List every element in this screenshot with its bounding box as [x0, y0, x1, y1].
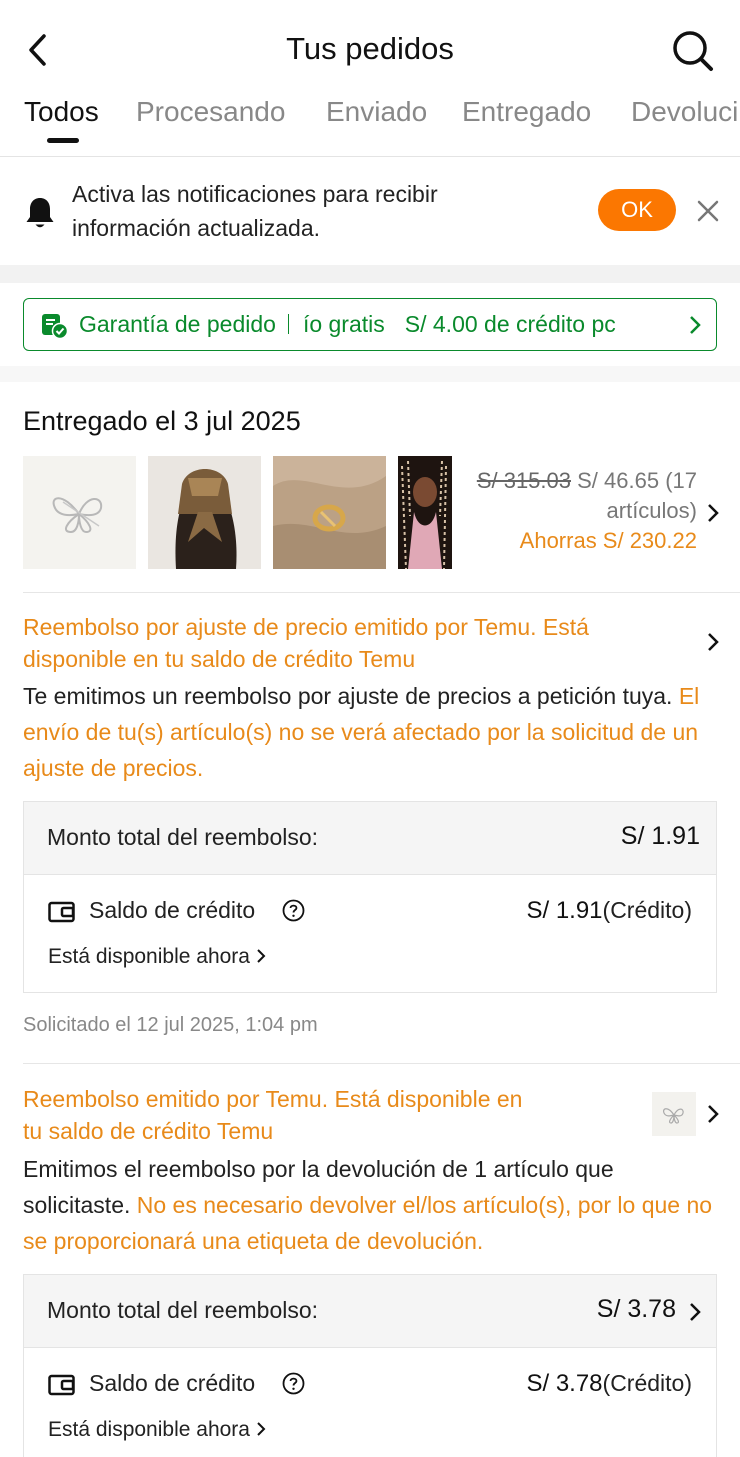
- chevron-right-icon[interactable]: [706, 631, 720, 653]
- product-thumbnail-hair-clip[interactable]: [23, 456, 136, 569]
- ok-button[interactable]: OK: [598, 189, 676, 231]
- product-thumbnail-headscarf[interactable]: [148, 456, 261, 569]
- guarantee-label: Garantía de pedido: [79, 311, 276, 337]
- page-title: Tus pedidos: [286, 31, 454, 66]
- wallet-icon: [48, 1374, 76, 1396]
- available-now-link[interactable]: Está disponible ahora: [48, 1418, 266, 1442]
- refund-total-label: Monto total del reembolso:: [47, 1297, 319, 1323]
- guarantee-text: Garantía de pedido ío gratis S/ 4.00 de cr…: [79, 311, 616, 338]
- guarantee-separator: [287, 314, 289, 334]
- chevron-right-icon: [688, 1301, 702, 1323]
- order-delivered-title: Entregado el 3 jul 2025: [23, 406, 301, 436]
- free-shipping-label: ío gratis: [302, 311, 385, 337]
- credit-amount: S/ 1.91(Crédito): [526, 897, 692, 925]
- refund-total-header[interactable]: Monto total del reembolso: S/ 3.78: [24, 1275, 716, 1348]
- chevron-right-icon: [256, 946, 266, 963]
- available-now-link[interactable]: Está disponible ahora: [48, 945, 266, 969]
- credit-amount-value: S/ 3.78: [526, 1370, 603, 1397]
- refund-total-card: Monto total del reembolso: S/ 1.91 Saldo…: [23, 801, 717, 993]
- credit-amount-suffix: (Crédito): [602, 897, 692, 923]
- order-guarantee-banner[interactable]: Garantía de pedido ío gratis S/ 4.00 de cr…: [23, 298, 717, 351]
- credit-amount-suffix: (Crédito): [602, 1370, 692, 1396]
- refund-item-thumbnail[interactable]: [652, 1092, 696, 1136]
- refund-total-label: Monto total del reembolso:: [47, 824, 319, 850]
- close-icon[interactable]: [694, 197, 722, 225]
- refund-title-line1: Reembolso por ajuste de precio emitido p…: [23, 614, 589, 640]
- credit-balance-row: Saldo de crédito S/ 1.91(Crédito) Está d…: [24, 875, 716, 992]
- chevron-right-icon[interactable]: [706, 1103, 720, 1125]
- chevron-right-icon[interactable]: [706, 502, 720, 524]
- section-gap: [0, 265, 740, 283]
- items-count: artículos): [606, 498, 697, 523]
- help-circle-icon[interactable]: [282, 1372, 305, 1395]
- credit-amount-value: S/ 1.91: [526, 897, 603, 924]
- refund-total-amount: S/ 1.91: [620, 822, 700, 850]
- product-thumbnail-ring[interactable]: [273, 456, 386, 569]
- refund-title[interactable]: Reembolso por ajuste de precio emitido p…: [23, 611, 589, 675]
- refund-description: Emitimos el reembolso por la devolución …: [23, 1151, 713, 1259]
- refund-total-amount: S/ 3.78: [596, 1295, 676, 1323]
- notification-banner: Activa las notificaciones para recibir i…: [0, 157, 740, 265]
- requested-timestamp: Solicitado el 12 jul 2025, 1:04 pm: [23, 1014, 318, 1036]
- price-line: S/ 315.03 S/ 46.65 (17: [437, 466, 697, 496]
- chevron-right-icon: [256, 1419, 266, 1436]
- bell-icon: [24, 195, 56, 231]
- credit-balance-row: Saldo de crédito S/ 3.78(Crédito) Está d…: [24, 1348, 716, 1457]
- available-now-label: Está disponible ahora: [48, 945, 250, 968]
- tab-todos[interactable]: Todos: [24, 96, 99, 128]
- top-bar: Tus pedidos: [0, 0, 740, 100]
- notification-message: Activa las notificaciones para recibir i…: [72, 177, 572, 245]
- tab-procesando[interactable]: Procesando: [136, 96, 285, 128]
- section-gap: [0, 366, 740, 382]
- credit-amount: S/ 3.78(Crédito): [526, 1370, 692, 1398]
- available-now-label: Está disponible ahora: [48, 1418, 250, 1441]
- refund-total-card: Monto total del reembolso: S/ 3.78 Saldo…: [23, 1274, 717, 1457]
- refund-title-line2: tu saldo de crédito Temu: [23, 1118, 274, 1144]
- refund-description-text: Te emitimos un reembolso por ajuste de p…: [23, 683, 673, 709]
- savings-amount: Ahorras S/ 230.22: [519, 528, 697, 553]
- credit-balance-label: Saldo de crédito: [89, 1370, 256, 1396]
- tab-devoluciones[interactable]: Devoluci: [631, 96, 738, 128]
- refund-title[interactable]: Reembolso emitido por Temu. Está disponi…: [23, 1083, 522, 1147]
- notification-line1: Activa las notificaciones para recibir: [72, 181, 438, 207]
- order-status-tabs: Todos Procesando Enviado Entregado Devol…: [0, 92, 740, 156]
- credit-offer-label: S/ 4.00 de crédito pc: [404, 311, 616, 337]
- shield-check-icon: [41, 312, 69, 340]
- notification-line2: información actualizada.: [72, 215, 321, 241]
- refund-description: Te emitimos un reembolso por ajuste de p…: [23, 678, 713, 786]
- help-circle-icon[interactable]: [282, 899, 305, 922]
- refund-total-header: Monto total del reembolso: S/ 1.91: [24, 802, 716, 875]
- tab-entregado[interactable]: Entregado: [462, 96, 591, 128]
- original-price: S/ 315.03: [476, 468, 571, 493]
- wallet-icon: [48, 901, 76, 923]
- chevron-right-icon: [688, 313, 702, 337]
- refund-title-line1: Reembolso emitido por Temu. Está disponi…: [23, 1086, 523, 1112]
- refund-title-line2: disponible en tu saldo de crédito Temu: [23, 646, 416, 672]
- divider: [23, 592, 740, 593]
- search-icon[interactable]: [670, 28, 716, 74]
- tab-enviado[interactable]: Enviado: [326, 96, 427, 128]
- divider: [23, 1063, 740, 1064]
- paid-price: S/ 46.65 (17: [577, 468, 697, 493]
- active-tab-indicator: [47, 138, 79, 143]
- credit-balance-label: Saldo de crédito: [89, 897, 256, 923]
- order-price-summary: S/ 315.03 S/ 46.65 (17 artículos) Ahorra…: [437, 466, 697, 556]
